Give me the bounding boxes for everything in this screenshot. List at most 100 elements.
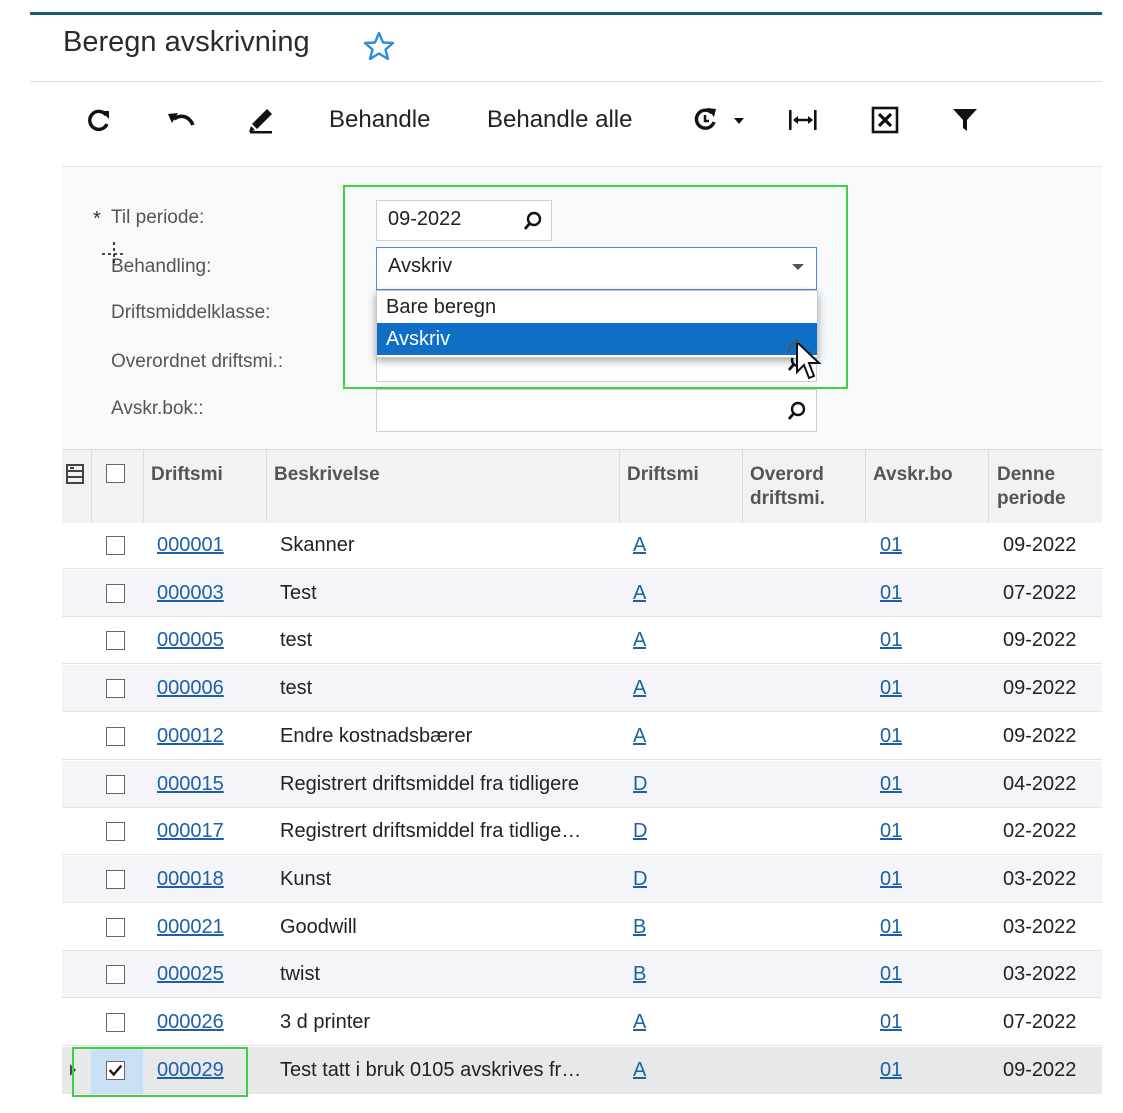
asset-class-link[interactable]: D bbox=[633, 773, 647, 796]
crosshair-cursor-icon bbox=[102, 242, 126, 266]
asset-id-link[interactable]: 000003 bbox=[157, 582, 224, 605]
book-link[interactable]: 01 bbox=[880, 677, 902, 700]
row-checkbox[interactable] bbox=[106, 1013, 125, 1032]
schedule-dropdown-icon[interactable] bbox=[693, 106, 751, 134]
select-all-checkbox[interactable] bbox=[106, 464, 125, 483]
row-checkbox[interactable] bbox=[106, 679, 125, 699]
description-cell: Kunst bbox=[280, 867, 332, 890]
book-link[interactable]: 01 bbox=[880, 820, 902, 843]
book-link[interactable]: 01 bbox=[880, 534, 902, 557]
asset-class-link[interactable]: A bbox=[633, 1059, 646, 1082]
asset-class-link[interactable]: D bbox=[633, 820, 647, 843]
row-checkbox[interactable] bbox=[106, 631, 125, 651]
col-header-asset-id[interactable]: Driftsmi bbox=[151, 463, 261, 487]
book-link[interactable]: 01 bbox=[880, 916, 902, 939]
book-link[interactable]: 01 bbox=[880, 1011, 902, 1034]
table-row[interactable]: 000006 test A 01 09-2022 bbox=[62, 665, 1102, 713]
asset-id-link[interactable]: 000025 bbox=[157, 963, 224, 986]
export-excel-icon[interactable] bbox=[871, 106, 899, 134]
description-cell: twist bbox=[280, 963, 320, 986]
row-checkbox[interactable] bbox=[106, 536, 125, 555]
asset-class-link[interactable]: D bbox=[633, 868, 647, 891]
row-checkbox[interactable] bbox=[106, 726, 125, 746]
period-cell: 02-2022 bbox=[1003, 820, 1077, 843]
book-link[interactable]: 01 bbox=[880, 868, 902, 891]
period-cell: 09-2022 bbox=[1003, 677, 1077, 700]
asset-id-link[interactable]: 000021 bbox=[157, 916, 224, 939]
undo-icon[interactable] bbox=[165, 108, 197, 132]
table-row[interactable]: 000021 Goodwill B 01 03-2022 bbox=[62, 904, 1102, 951]
asset-class-link[interactable]: B bbox=[633, 963, 646, 986]
depreciation-book-input[interactable] bbox=[376, 389, 817, 432]
table-row[interactable]: 000012 Endre kostnadsbærer A 01 09-2022 bbox=[62, 713, 1102, 760]
period-cell: 09-2022 bbox=[1003, 534, 1077, 556]
asset-id-link[interactable]: 000018 bbox=[157, 868, 224, 891]
asset-id-link[interactable]: 000012 bbox=[157, 725, 224, 748]
period-cell: 03-2022 bbox=[1003, 963, 1077, 986]
table-row[interactable]: 000026 3 d printer A 01 07-2022 bbox=[62, 999, 1102, 1046]
search-icon[interactable] bbox=[787, 401, 807, 421]
row-checkbox[interactable] bbox=[106, 869, 125, 889]
period-cell: 07-2022 bbox=[1003, 581, 1077, 604]
book-link[interactable]: 01 bbox=[880, 1059, 902, 1082]
period-cell: 09-2022 bbox=[1003, 1058, 1077, 1081]
asset-id-link[interactable]: 000005 bbox=[157, 629, 224, 652]
col-header-description[interactable]: Beskrivelse bbox=[274, 463, 604, 487]
favorite-star-icon[interactable] bbox=[362, 30, 396, 62]
table-row[interactable]: 000018 Kunst D 01 03-2022 bbox=[62, 855, 1102, 903]
table-row[interactable]: 000015 Registrert driftsmiddel fra tidlig… bbox=[62, 760, 1102, 808]
edit-pencil-icon[interactable] bbox=[247, 106, 275, 134]
asset-class-link[interactable]: A bbox=[633, 725, 646, 748]
book-link[interactable]: 01 bbox=[880, 725, 902, 748]
table-row[interactable]: 000017 Registrert driftsmiddel fra tidlig… bbox=[62, 808, 1102, 856]
asset-class-link[interactable]: A bbox=[633, 1011, 646, 1034]
fit-width-icon[interactable] bbox=[787, 106, 819, 134]
asset-class-link[interactable]: A bbox=[633, 534, 646, 557]
col-header-asset-class[interactable]: Driftsmi bbox=[627, 463, 737, 487]
asset-class-link[interactable]: B bbox=[633, 916, 646, 939]
row-checkbox[interactable] bbox=[106, 917, 125, 937]
col-header-parent-asset[interactable]: Overord driftsmi. bbox=[750, 463, 850, 511]
book-link[interactable]: 01 bbox=[880, 963, 902, 986]
table-row[interactable]: 000003 Test A 01 07-2022 bbox=[62, 569, 1102, 617]
row-checkbox[interactable] bbox=[106, 965, 125, 985]
asset-id-link[interactable]: 000017 bbox=[157, 820, 224, 843]
asset-class-link[interactable]: A bbox=[633, 677, 646, 700]
period-cell: 09-2022 bbox=[1003, 629, 1077, 652]
asset-class-link[interactable]: A bbox=[633, 582, 646, 605]
table-row[interactable]: 000001 Skanner A 01 09-2022 bbox=[62, 522, 1102, 569]
table-row[interactable]: 000025 twist B 01 03-2022 bbox=[62, 951, 1102, 999]
asset-id-link[interactable]: 000026 bbox=[157, 1011, 224, 1034]
description-cell: Goodwill bbox=[280, 915, 357, 938]
description-cell: Registrert driftsmiddel fra tidligere bbox=[280, 772, 579, 795]
book-link[interactable]: 01 bbox=[880, 629, 902, 652]
row-checkbox[interactable] bbox=[106, 774, 125, 794]
col-header-current-period[interactable]: Denne periode bbox=[997, 463, 1097, 511]
description-cell: Registrert driftsmiddel fra tidlige… bbox=[280, 820, 582, 843]
col-header-book[interactable]: Avskr.bo bbox=[873, 463, 983, 487]
description-cell: Test tatt i bruk 0105 avskrives fr… bbox=[280, 1058, 582, 1081]
asset-id-link[interactable]: 000015 bbox=[157, 773, 224, 796]
refresh-icon[interactable] bbox=[86, 107, 112, 133]
column-settings-icon[interactable] bbox=[65, 463, 85, 485]
depreciation-book-label: Avskr.bok:: bbox=[111, 398, 204, 419]
highlight-box-selected-row bbox=[72, 1047, 248, 1097]
process-all-button[interactable]: Behandle alle bbox=[487, 106, 632, 134]
filter-icon[interactable] bbox=[951, 107, 979, 133]
book-link[interactable]: 01 bbox=[880, 582, 902, 605]
column-divider bbox=[988, 450, 989, 522]
asset-class-link[interactable]: A bbox=[633, 629, 646, 652]
book-link[interactable]: 01 bbox=[880, 773, 902, 796]
column-divider bbox=[266, 450, 267, 522]
column-divider bbox=[742, 450, 743, 522]
table-row[interactable]: 000005 test A 01 09-2022 bbox=[62, 617, 1102, 665]
asset-id-link[interactable]: 000001 bbox=[157, 534, 224, 557]
asset-class-label: Driftsmiddelklasse: bbox=[111, 302, 271, 323]
column-divider bbox=[619, 450, 620, 522]
asset-id-link[interactable]: 000006 bbox=[157, 677, 224, 700]
row-checkbox[interactable] bbox=[106, 822, 125, 842]
title-separator bbox=[30, 81, 1102, 82]
row-checkbox[interactable] bbox=[106, 583, 125, 603]
process-button[interactable]: Behandle bbox=[329, 106, 430, 134]
description-cell: 3 d printer bbox=[280, 1011, 371, 1033]
